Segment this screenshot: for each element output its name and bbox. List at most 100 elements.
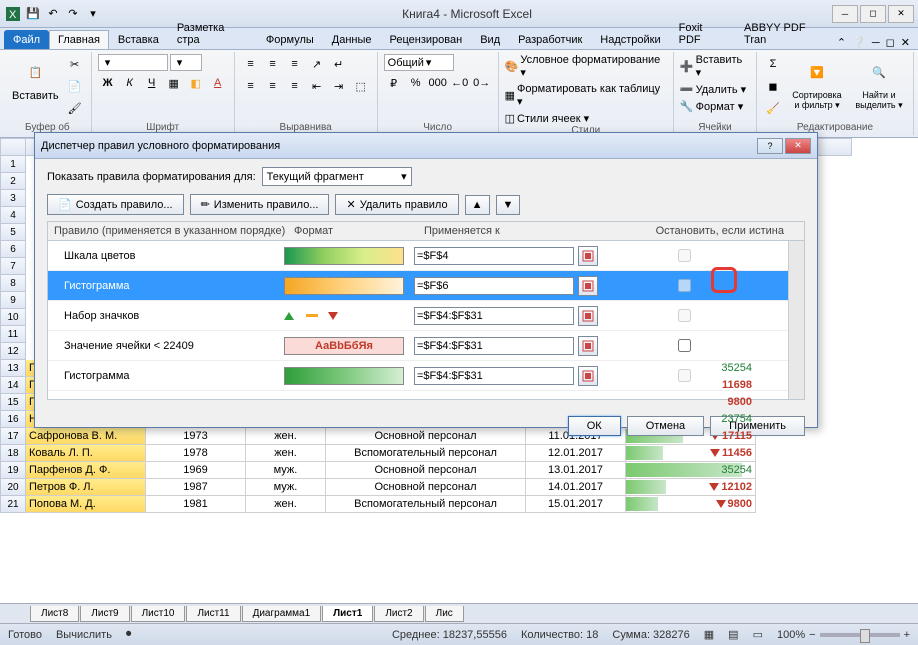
rule-row-selected[interactable]: Гистограмма xyxy=(48,271,804,301)
cell-styles-button[interactable]: ◫ Стили ячеек ▾ xyxy=(505,112,667,125)
format-cells-button[interactable]: 🔧 Формат ▾ xyxy=(680,100,750,113)
cell-year[interactable]: 1969 xyxy=(146,462,246,479)
font-size-combo[interactable]: ▾ xyxy=(170,54,202,71)
sheet-tab[interactable]: Лист11 xyxy=(186,606,240,622)
row-header[interactable]: 3 xyxy=(0,190,26,207)
merge-icon[interactable]: ⬚ xyxy=(351,76,371,96)
cell-dept[interactable]: Основной персонал xyxy=(326,462,526,479)
ok-button[interactable]: ОК xyxy=(568,416,621,436)
cell-date[interactable]: 15.01.2017 xyxy=(526,496,626,513)
undo-icon[interactable]: ↶ xyxy=(44,5,62,23)
stop-if-true-checkbox[interactable] xyxy=(678,369,691,382)
cell-name[interactable]: Петров Ф. Л. xyxy=(26,479,146,496)
autosum-icon[interactable]: Σ xyxy=(763,54,783,74)
cell-date[interactable]: 13.01.2017 xyxy=(526,462,626,479)
cell-dept[interactable]: Вспомогательный персонал xyxy=(326,496,526,513)
range-select-button[interactable] xyxy=(578,366,598,386)
cell-year[interactable]: 1981 xyxy=(146,496,246,513)
font-color-icon[interactable]: А xyxy=(208,73,228,93)
indent-dec-icon[interactable]: ⇤ xyxy=(307,76,327,96)
border-icon[interactable]: ▦ xyxy=(164,73,184,93)
stop-if-true-checkbox[interactable] xyxy=(678,279,691,292)
row-header[interactable]: 14 xyxy=(0,377,26,394)
row-header[interactable]: 9 xyxy=(0,292,26,309)
align-bot-icon[interactable]: ≡ xyxy=(285,54,305,74)
redo-icon[interactable]: ↷ xyxy=(64,5,82,23)
sheet-tab[interactable]: Лист10 xyxy=(131,606,186,622)
dialog-help-button[interactable]: ? xyxy=(757,138,783,154)
cell-value[interactable]: 35254 xyxy=(626,462,756,479)
tab-insert[interactable]: Вставка xyxy=(109,30,168,49)
cell-sex[interactable]: муж. xyxy=(246,462,326,479)
cell-sex[interactable]: муж. xyxy=(246,479,326,496)
sheet-tab[interactable]: Лис xyxy=(425,606,464,622)
row-header[interactable]: 7 xyxy=(0,258,26,275)
view-normal-icon[interactable]: ▦ xyxy=(704,628,714,641)
applies-to-input[interactable] xyxy=(414,307,574,325)
align-right-icon[interactable]: ≡ xyxy=(285,76,305,96)
excel-icon[interactable]: X xyxy=(4,5,22,23)
percent-icon[interactable]: % xyxy=(406,73,426,93)
applies-to-input[interactable] xyxy=(414,277,574,295)
doc-minimize-icon[interactable]: ─ xyxy=(872,37,880,49)
sort-filter-button[interactable]: 🔽 Сортировка и фильтр ▾ xyxy=(787,54,847,122)
delete-rule-button[interactable]: ✕Удалить правило xyxy=(335,194,458,215)
range-select-button[interactable] xyxy=(578,336,598,356)
format-painter-icon[interactable]: 🖌 xyxy=(65,98,85,118)
cell-name[interactable]: Парфенов Д. Ф. xyxy=(26,462,146,479)
dec-decimal-icon[interactable]: 0→ xyxy=(472,73,492,93)
sheet-tab-active[interactable]: Лист1 xyxy=(322,606,373,622)
cell-year[interactable]: 1978 xyxy=(146,445,246,462)
font-name-combo[interactable]: ▾ xyxy=(98,54,168,71)
save-icon[interactable]: 💾 xyxy=(24,5,42,23)
range-select-button[interactable] xyxy=(578,246,598,266)
cell-value[interactable]: 11456 xyxy=(626,445,756,462)
tab-developer[interactable]: Разработчик xyxy=(509,30,591,49)
zoom-in-button[interactable]: + xyxy=(904,629,910,641)
row-header[interactable]: 15 xyxy=(0,394,26,411)
macro-record-icon[interactable]: ⏺ xyxy=(126,628,132,641)
applies-to-input[interactable] xyxy=(414,247,574,265)
fill-icon[interactable]: ◼ xyxy=(763,76,783,96)
zoom-out-button[interactable]: − xyxy=(809,629,815,641)
cancel-button[interactable]: Отмена xyxy=(627,416,704,436)
cell-name[interactable]: Попова М. Д. xyxy=(26,496,146,513)
sheet-tab[interactable]: Лист8 xyxy=(30,606,79,622)
select-all-corner[interactable] xyxy=(0,138,26,156)
cond-fmt-button[interactable]: 🎨 Условное форматирование ▾ xyxy=(505,54,667,79)
qat-dropdown-icon[interactable]: ▾ xyxy=(84,5,102,23)
doc-close-icon[interactable]: ✕ xyxy=(901,36,910,49)
zoom-slider[interactable] xyxy=(820,633,900,637)
stop-if-true-checkbox[interactable] xyxy=(678,309,691,322)
cell-value[interactable]: 12102 xyxy=(626,479,756,496)
rule-row[interactable]: Гистограмма xyxy=(48,361,804,391)
row-header[interactable]: 21 xyxy=(0,496,26,513)
clear-icon[interactable]: 🧹 xyxy=(763,98,783,118)
paste-button[interactable]: 📋 Вставить xyxy=(10,54,61,122)
cell-name[interactable]: Коваль Л. П. xyxy=(26,445,146,462)
view-break-icon[interactable]: ▭ xyxy=(753,628,763,641)
cell-dept[interactable]: Основной персонал xyxy=(326,479,526,496)
row-header[interactable]: 12 xyxy=(0,343,26,360)
dialog-titlebar[interactable]: Диспетчер правил условного форматировани… xyxy=(35,133,817,159)
tab-review[interactable]: Рецензирован xyxy=(381,30,472,49)
italic-button[interactable]: К xyxy=(120,73,140,93)
delete-cells-button[interactable]: ➖ Удалить ▾ xyxy=(680,83,750,96)
find-button[interactable]: 🔍 Найти и выделить ▾ xyxy=(851,54,907,122)
fill-color-icon[interactable]: ◧ xyxy=(186,73,206,93)
minimize-ribbon-icon[interactable]: ⌃ xyxy=(837,36,846,49)
row-header[interactable]: 5 xyxy=(0,224,26,241)
stop-if-true-checkbox[interactable] xyxy=(678,339,691,352)
align-top-icon[interactable]: ≡ xyxy=(241,54,261,74)
row-header[interactable]: 8 xyxy=(0,275,26,292)
rule-row[interactable]: Шкала цветов xyxy=(48,241,804,271)
tab-layout[interactable]: Разметка стра xyxy=(168,18,257,49)
row-header[interactable]: 20 xyxy=(0,479,26,496)
range-select-button[interactable] xyxy=(578,276,598,296)
sheet-tab[interactable]: Лист9 xyxy=(80,606,129,622)
cell-sex[interactable]: жен. xyxy=(246,445,326,462)
row-header[interactable]: 17 xyxy=(0,428,26,445)
row-header[interactable]: 4 xyxy=(0,207,26,224)
cell-sex[interactable]: жен. xyxy=(246,496,326,513)
zoom-level[interactable]: 100% xyxy=(777,629,805,641)
